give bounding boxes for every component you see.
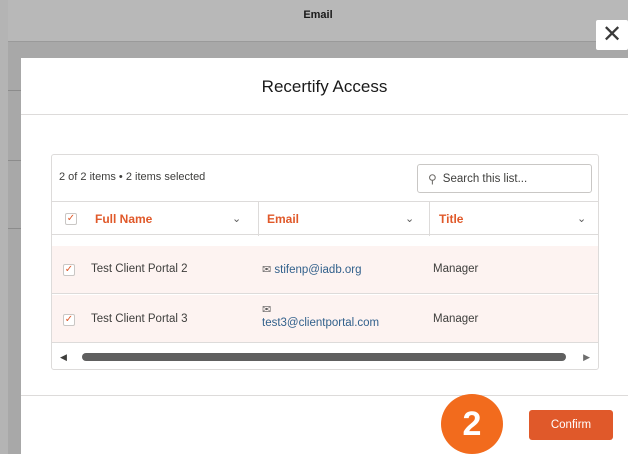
search-placeholder: Search this list... — [442, 172, 528, 185]
title-cell: Manager — [433, 313, 479, 325]
full-name-cell: Test Client Portal 3 — [91, 313, 188, 325]
table-header: ✓ Full Name ⌄ Email ⌄ Title ⌄ — [52, 201, 598, 236]
modal-title: Recertify Access — [261, 77, 388, 96]
checkbox-check-icon: ✓ — [64, 314, 74, 325]
select-all-checkbox[interactable]: ✓ — [65, 213, 77, 225]
chevron-down-icon[interactable]: ⌄ — [232, 212, 241, 225]
checkbox-check-icon: ✓ — [64, 264, 74, 275]
column-header-full-name[interactable]: Full Name — [95, 202, 152, 236]
search-input[interactable]: ⚲ Search this list... — [417, 164, 592, 193]
select-all-cell[interactable]: ✓ — [65, 202, 77, 236]
related-list: 2 of 2 items • 2 items selected ⚲ Search… — [51, 154, 599, 370]
horizontal-scrollbar[interactable]: ◀ ▶ — [58, 351, 592, 363]
mail-icon: ✉ — [262, 264, 272, 276]
background-divider — [8, 90, 22, 91]
table-row[interactable]: ✓ Test Client Portal 2 ✉ stifenp@iadb.or… — [52, 246, 598, 294]
title-cell: Manager — [433, 263, 479, 275]
recertify-modal: Recertify Access 2 of 2 items • 2 items … — [21, 58, 628, 454]
email-link[interactable]: stifenp@iadb.org — [274, 264, 361, 276]
close-button[interactable]: ✕ — [596, 20, 628, 50]
background-divider — [8, 160, 22, 161]
background-column-email: Email — [303, 9, 333, 21]
row-checkbox[interactable]: ✓ — [63, 314, 75, 326]
background-divider — [8, 228, 22, 229]
confirm-button[interactable]: Confirm — [529, 410, 613, 440]
column-label: Email — [267, 212, 300, 226]
column-header-title[interactable]: Title — [439, 202, 463, 236]
close-icon: ✕ — [601, 21, 623, 48]
background-table-header: Email — [8, 0, 628, 42]
search-icon: ⚲ — [428, 171, 437, 186]
email-cell[interactable]: ✉ stifenp@iadb.org — [262, 263, 362, 276]
scroll-left-icon[interactable]: ◀ — [60, 352, 67, 363]
row-select-cell[interactable]: ✓ — [63, 264, 75, 276]
column-label: Title — [439, 212, 464, 226]
column-divider[interactable] — [429, 202, 430, 236]
mail-icon: ✉ — [262, 304, 272, 316]
table-row[interactable]: ✓ Test Client Portal 3 ✉ test3@clientpor… — [52, 295, 598, 343]
email-link[interactable]: test3@clientportal.com — [262, 317, 379, 329]
email-cell[interactable]: ✉ test3@clientportal.com — [262, 303, 379, 329]
row-checkbox[interactable]: ✓ — [63, 264, 75, 276]
scroll-thumb[interactable] — [82, 353, 566, 361]
modal-header: Recertify Access — [21, 58, 628, 115]
step-number-badge: 2 — [441, 394, 503, 454]
chevron-down-icon[interactable]: ⌄ — [577, 212, 586, 225]
scroll-right-icon[interactable]: ▶ — [583, 352, 590, 363]
list-item-count: 2 of 2 items • 2 items selected — [59, 171, 206, 183]
column-label: Full Name — [95, 212, 153, 226]
row-select-cell[interactable]: ✓ — [63, 314, 75, 326]
checkbox-check-icon: ✓ — [66, 213, 76, 224]
full-name-cell: Test Client Portal 2 — [91, 263, 188, 275]
column-divider[interactable] — [258, 202, 259, 236]
chevron-down-icon[interactable]: ⌄ — [405, 212, 414, 225]
column-header-email[interactable]: Email — [267, 202, 299, 236]
